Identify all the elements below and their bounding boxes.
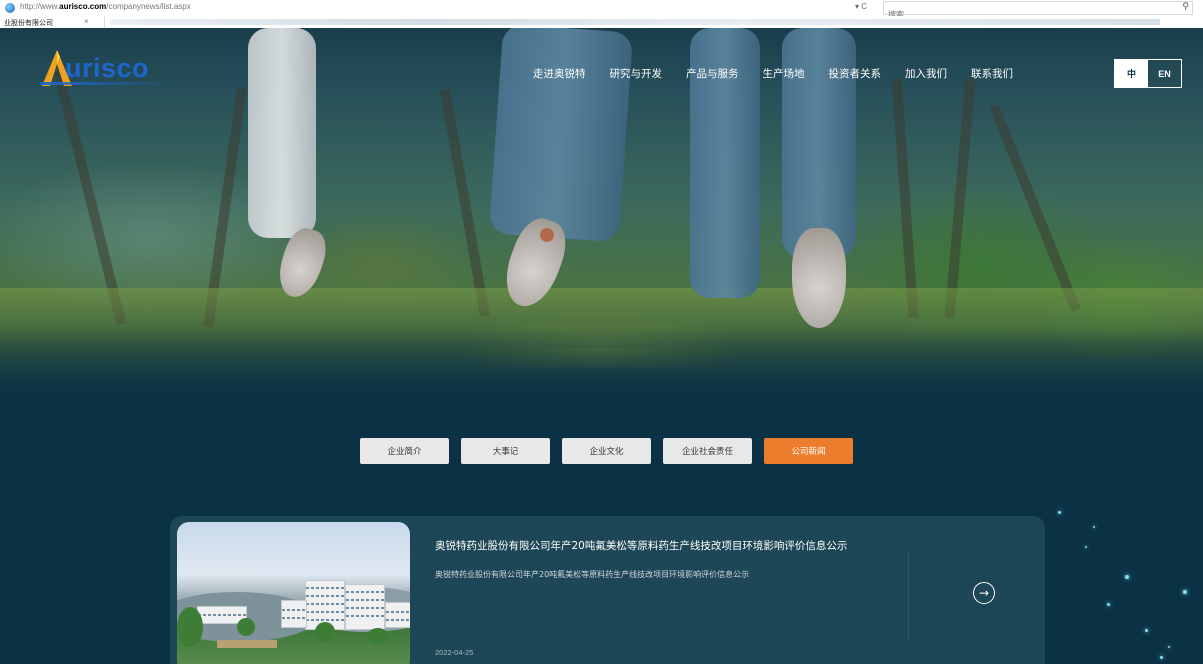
browser-favicon-icon	[5, 3, 15, 13]
tab-close-icon[interactable]: ×	[84, 17, 89, 26]
news-title[interactable]: 奥锐特药业股份有限公司年产20吨氟美松等原料药生产线技改项目环境影响评价信息公示	[435, 538, 847, 553]
thumb-building	[281, 600, 307, 628]
logo-wordmark: urisco	[65, 53, 150, 83]
main-nav: 走进奥锐特 研究与开发 产品与服务 生产场地 投资者关系 加入我们 联系我们	[533, 66, 1037, 81]
nav-careers[interactable]: 加入我们	[905, 66, 947, 81]
hero-person-leg	[248, 28, 316, 238]
hero-person-leg	[488, 28, 634, 243]
tab-bar-blur	[110, 19, 1160, 25]
news-summary: 奥锐特药业股份有限公司年产20吨氟美松等原料药生产线技改项目环境影响评价信息公示	[435, 570, 750, 579]
thumb-tree	[177, 607, 203, 647]
tab-corporate-culture[interactable]: 企业文化	[562, 438, 651, 464]
hero-shoe-sole	[540, 228, 554, 242]
news-item[interactable]: 奥锐特药业股份有限公司年产20吨氟美松等原料药生产线技改项目环境影响评价信息公示…	[170, 516, 1045, 664]
thumb-tree	[315, 622, 335, 642]
thumb-tree	[367, 628, 389, 644]
browser-search-box[interactable]: ⚲	[883, 1, 1193, 21]
browser-tab[interactable]: 业股份有限公司 ×	[0, 16, 105, 28]
url-text[interactable]: http://www.aurisco.com/companynews/list.…	[20, 2, 191, 11]
search-icon[interactable]: ⚲	[1182, 2, 1189, 12]
tab-social-responsibility[interactable]: 企业社会责任	[663, 438, 752, 464]
hero-person-leg	[782, 28, 856, 258]
news-thumbnail[interactable]	[177, 522, 410, 664]
nav-contact[interactable]: 联系我们	[971, 66, 1013, 81]
decor-dot	[1085, 546, 1087, 548]
tab-company-profile[interactable]: 企业简介	[360, 438, 449, 464]
news-divider	[908, 550, 909, 640]
nav-about[interactable]: 走进奥锐特	[533, 66, 586, 81]
decor-dot	[1168, 646, 1170, 648]
language-switcher: 中 EN	[1114, 59, 1182, 88]
decor-dot	[1183, 590, 1187, 594]
nav-investors[interactable]: 投资者关系	[829, 66, 882, 81]
section-tabs: 企业简介 大事记 企业文化 企业社会责任 公司新闻	[360, 438, 865, 464]
lang-chinese-button[interactable]: 中	[1115, 60, 1148, 87]
tab-title: 业股份有限公司	[4, 20, 53, 27]
decor-dot	[1125, 575, 1129, 579]
aurisco-logo[interactable]: urisco	[40, 50, 175, 92]
refresh-icon[interactable]: ▾ C	[855, 2, 867, 11]
thumb-building	[385, 602, 410, 628]
decor-dot	[1107, 603, 1110, 606]
thumb-building	[345, 584, 385, 630]
nav-production-sites[interactable]: 生产场地	[763, 66, 805, 81]
tab-milestones[interactable]: 大事记	[461, 438, 550, 464]
lang-english-button[interactable]: EN	[1148, 60, 1181, 87]
nav-research[interactable]: 研究与开发	[610, 66, 663, 81]
thumb-sign	[217, 640, 277, 648]
decor-dot	[1145, 629, 1148, 632]
decor-dot	[1160, 656, 1163, 659]
nav-products[interactable]: 产品与服务	[686, 66, 739, 81]
browser-chrome: http://www.aurisco.com/companynews/list.…	[0, 0, 1203, 28]
hero-shoe	[792, 228, 846, 328]
thumb-tree	[237, 618, 255, 636]
news-date: 2022-04-25	[435, 648, 474, 657]
arrow-right-circle-icon[interactable]: →	[973, 582, 995, 604]
tab-bar: 业股份有限公司 ×	[0, 16, 1203, 28]
decor-dot	[1058, 511, 1061, 514]
logo-swoosh	[40, 82, 175, 85]
address-bar[interactable]: http://www.aurisco.com/companynews/list.…	[0, 0, 1203, 21]
tab-company-news[interactable]: 公司新闻	[764, 438, 853, 464]
decor-dot	[1093, 526, 1095, 528]
